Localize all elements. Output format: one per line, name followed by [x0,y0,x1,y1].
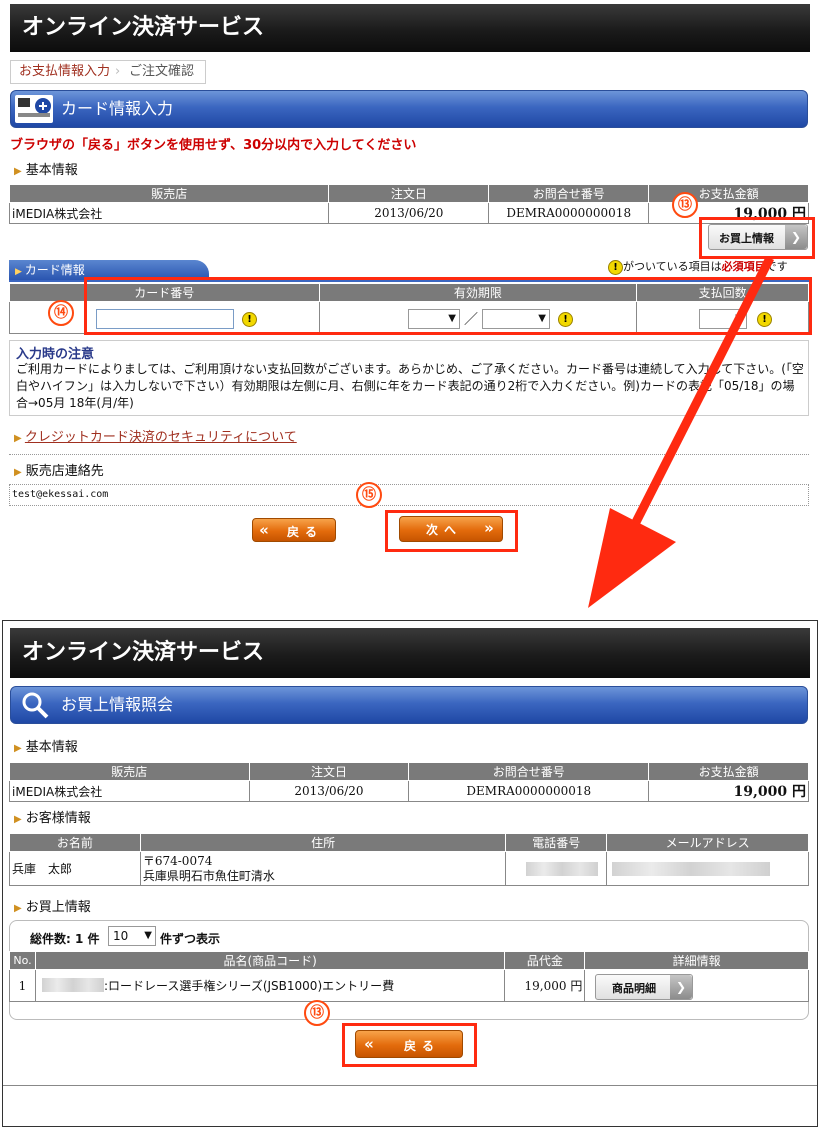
dropdown-arrow-icon: ▼ [144,930,152,941]
step-marker-13-bottom: ⑬ [304,1000,330,1026]
card-input-title-bar: カード情報入力 [10,90,808,128]
item-no: 1 [9,969,36,1002]
customer-address: 〒674-0074 兵庫県明石市魚住町清水 [139,851,507,886]
section-arrow-icon: ▶ [14,814,22,825]
section-arrow-icon: ▶ [15,267,25,277]
step-marker-13: ⑬ [672,192,698,218]
breadcrumb-separator: › [115,64,121,79]
card-input-title: カード情報入力 [61,99,174,118]
double-chevron-left-icon: « [259,521,269,539]
highlight-lookup-back [342,1023,477,1067]
item-name: :ロードレース選手権シリーズ(JSB1000)エントリー費 [34,969,506,1002]
purchase-info-heading: ▶ お買上情報 [14,900,91,915]
lookup-title-bar: お買上情報照会 [10,686,808,724]
chevron-right-icon: ❯ [670,975,692,999]
section-arrow-icon: ▶ [14,467,22,478]
app-title: オンライン決済サービス [22,15,265,40]
email-redacted [612,862,770,876]
step-marker-14: ⑭ [48,300,74,326]
card-icon [15,95,53,123]
table-header-row: 販売店 注文日 お問合せ番号 お支払金額 [9,762,809,781]
customer-info-heading: ▶ お客様情報 [14,811,91,826]
section-arrow-icon: ▶ [14,166,22,177]
highlight-next-button [385,510,518,552]
notice-title: 入力時の注意 [16,347,95,362]
shop-contact-heading: ▶ 販売店連絡先 [14,464,104,479]
search-icon [21,691,51,732]
breadcrumb-step-payment: お支払情報入力 [19,64,111,79]
per-page-select[interactable]: 10 ▼ [108,926,156,946]
time-limit-warning: ブラウザの「戻る」ボタンを使用せず、30分以内で入力してください [10,138,417,153]
lookup-basic-heading: ▶ 基本情報 [14,740,78,755]
divider [3,1085,817,1086]
breadcrumb-step-confirm: ご注文確認 [129,64,195,79]
item-price: 19,000 円 [504,969,586,1002]
breadcrumb: お支払情報入力 › ご注文確認 [10,60,206,84]
section-arrow-icon: ▶ [14,903,22,914]
shop-name: iMEDIA株式会社 [8,202,330,224]
inquiry-number: DEMRA0000000018 [488,202,650,224]
item-detail-button[interactable]: 商品明細 ❯ [595,974,693,1000]
per-page-suffix: 件ずつ表示 [160,932,221,946]
table-row: iMEDIA株式会社 2013/06/20 DEMRA0000000018 19… [9,780,809,802]
table-header-row: お名前 住所 電話番号 メールアドレス [9,833,809,852]
security-link-row: ▶ クレジットカード決済のセキュリティについて [14,426,297,445]
order-date: 2013/06/20 [328,202,490,224]
lookup-header: オンライン決済サービス [10,628,810,678]
back-button[interactable]: « 戻る [252,518,336,542]
customer-name: 兵庫 太郎 [9,851,141,886]
step-marker-15: ⑮ [356,482,382,508]
lookup-basic-table: 販売店 注文日 お問合せ番号 お支払金額 iMEDIA株式会社 2013/06/… [9,762,809,802]
security-link[interactable]: クレジットカード決済のセキュリティについて [25,430,297,445]
lookup-title: お買上情報照会 [61,695,174,714]
table-header-row: No. 品名(商品コード) 品代金 詳細情報 [9,951,809,970]
customer-info-table: お名前 住所 電話番号 メールアドレス 兵庫 太郎 〒674-0074 兵庫県明石… [9,833,809,886]
section-arrow-icon: ▶ [14,433,25,444]
section-arrow-icon: ▶ [14,743,22,754]
app-header: オンライン決済サービス [10,4,810,52]
phone-redacted [526,862,598,876]
flow-arrow-icon [588,255,775,608]
basic-info-heading: ▶ 基本情報 [14,163,78,178]
total-count: 総件数: 1 件 [30,932,100,946]
item-name-redacted [42,978,104,992]
